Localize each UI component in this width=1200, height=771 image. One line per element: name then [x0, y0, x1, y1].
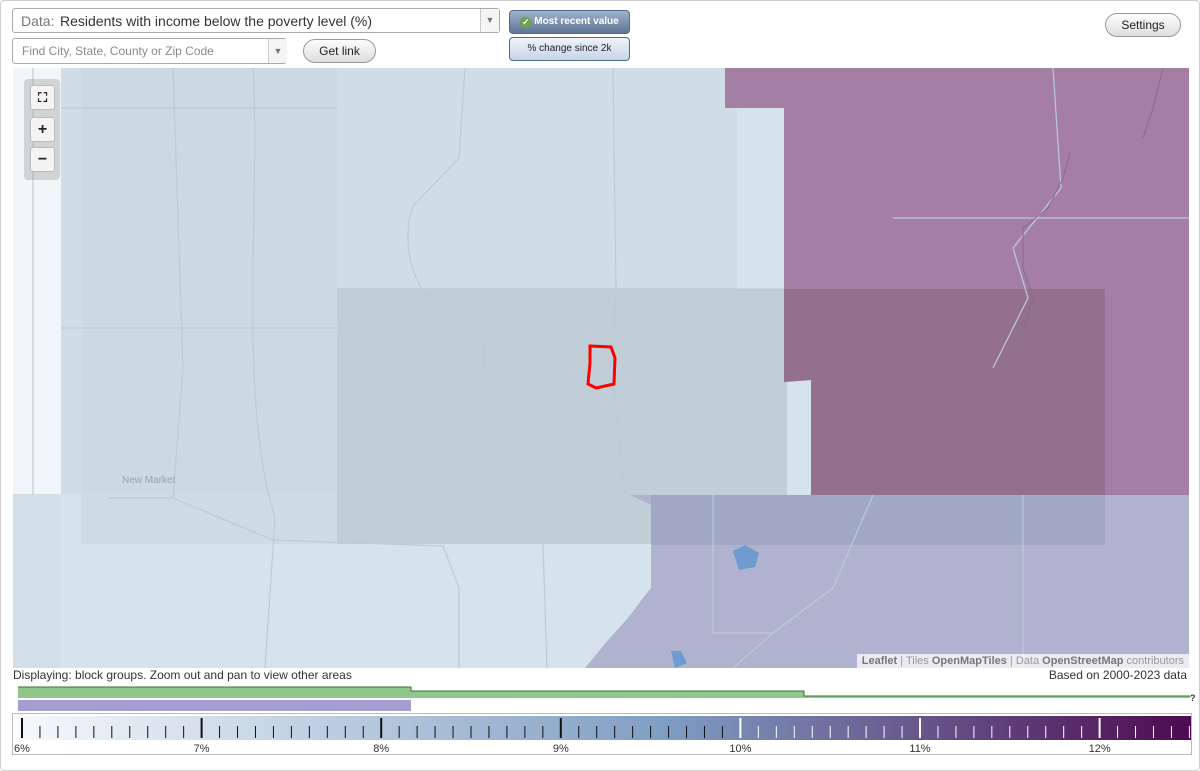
legend-tick-label: 12%: [1089, 743, 1111, 754]
legend-tick-label: 11%: [909, 743, 930, 754]
map-canvas[interactable]: [13, 68, 1189, 668]
legend-tick-label: 9%: [553, 743, 569, 754]
region-southwest: [13, 494, 61, 668]
legend-gradient: [20, 716, 1191, 740]
openmaptiles-link[interactable]: OpenMapTiles: [932, 655, 1007, 667]
map-view[interactable]: New Market ⛶ + − Leaflet | Tiles OpenMap…: [13, 68, 1189, 668]
legend-tick-label: 6%: [14, 743, 30, 754]
block-group-overlap: [784, 289, 1105, 495]
contributors-text: contributors: [1126, 655, 1184, 667]
data-select-value: Residents with income below the poverty …: [60, 13, 373, 29]
legend-scale: 6% 7% 8% 9% 10% 11% 12%: [14, 716, 1191, 755]
chevron-down-icon[interactable]: ▼: [480, 9, 499, 32]
leaflet-link[interactable]: Leaflet: [862, 655, 897, 667]
history-bars: [18, 686, 1190, 711]
data-select[interactable]: Data: Residents with income below the po…: [12, 8, 500, 33]
data-prefix: Data: [1015, 655, 1040, 667]
color-legend: 6% 7% 8% 9% 10% 11% 12%: [12, 713, 1192, 755]
map-attribution: Leaflet | Tiles OpenMapTiles | Data Open…: [856, 654, 1189, 668]
block-group-overlay: [81, 68, 337, 544]
most-recent-value-button[interactable]: ✓ Most recent value: [509, 10, 630, 34]
zoom-in-icon[interactable]: +: [30, 117, 55, 142]
town-label: New Market: [122, 475, 176, 486]
chevron-down-icon[interactable]: ▼: [268, 39, 287, 63]
display-status: Displaying: block groups. Zoom out and p…: [13, 668, 352, 682]
data-range-text: Based on 2000-2023 data: [1048, 668, 1187, 682]
legend-tick-label: 8%: [373, 743, 389, 754]
settings-button[interactable]: Settings: [1105, 13, 1181, 37]
percent-change-button[interactable]: % change since 2k: [509, 37, 630, 61]
most-recent-label: Most recent value: [534, 16, 619, 27]
legend-tick-label: 10%: [729, 743, 751, 754]
zoom-out-icon[interactable]: −: [30, 147, 55, 172]
tiles-prefix: Tiles: [905, 655, 929, 667]
check-icon: ✓: [520, 17, 532, 28]
fullscreen-icon[interactable]: ⛶: [30, 85, 55, 110]
overlap-strip: [651, 495, 1105, 545]
zoom-controls: ⛶ + −: [24, 79, 60, 180]
openstreetmap-link[interactable]: OpenStreetMap: [1042, 655, 1123, 667]
data-select-label: Data:: [21, 13, 55, 29]
legend-tick-label: 7%: [194, 743, 210, 754]
unknown-marker: ?: [1190, 693, 1196, 703]
history-bar-blue: [18, 700, 411, 711]
get-link-button[interactable]: Get link: [303, 39, 376, 63]
app-frame: Data: Residents with income below the po…: [0, 0, 1200, 771]
location-search-input[interactable]: [12, 38, 287, 64]
